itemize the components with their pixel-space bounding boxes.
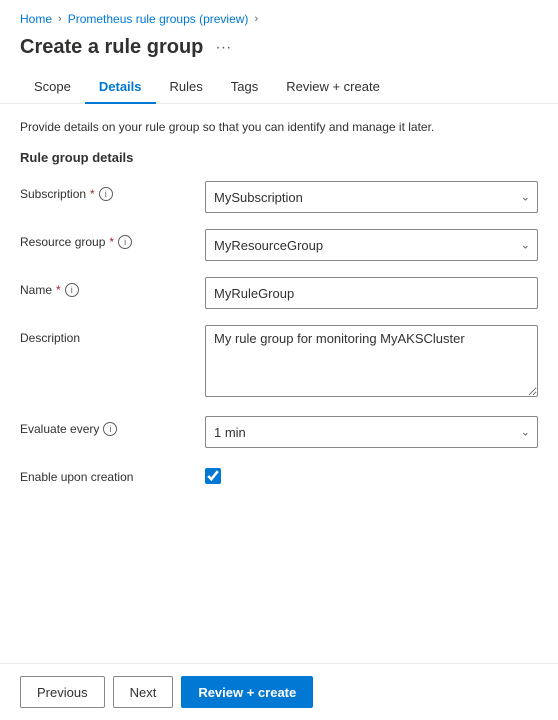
- enable-upon-creation-checkbox-wrapper: [205, 464, 538, 484]
- name-input[interactable]: [205, 277, 538, 309]
- evaluate-every-row: Evaluate every i 1 min5 min10 min15 min …: [20, 416, 538, 448]
- evaluate-every-label: Evaluate every i: [20, 416, 205, 436]
- section-title: Rule group details: [20, 150, 538, 165]
- breadcrumb-chevron-1: ›: [58, 13, 62, 25]
- subscription-row: Subscription * i MySubscription ⌄: [20, 181, 538, 213]
- resource-group-select[interactable]: MyResourceGroup: [205, 229, 538, 261]
- page-title: Create a rule group: [20, 36, 203, 59]
- description-textarea-wrapper: [205, 325, 538, 400]
- subscription-select[interactable]: MySubscription: [205, 181, 538, 213]
- resource-group-select-wrapper: MyResourceGroup ⌄: [205, 229, 538, 261]
- evaluate-every-select[interactable]: 1 min5 min10 min15 min: [205, 416, 538, 448]
- next-button[interactable]: Next: [113, 676, 174, 708]
- tab-scope[interactable]: Scope: [20, 71, 85, 104]
- subscription-control: MySubscription ⌄: [205, 181, 538, 213]
- footer: Previous Next Review + create: [0, 663, 558, 720]
- tab-details[interactable]: Details: [85, 71, 156, 104]
- subscription-info-icon[interactable]: i: [99, 187, 113, 201]
- description-row: Description: [20, 325, 538, 400]
- resource-group-info-icon[interactable]: i: [118, 235, 132, 249]
- name-required: *: [56, 283, 61, 297]
- resource-group-required: *: [109, 235, 114, 249]
- review-create-button[interactable]: Review + create: [181, 676, 313, 708]
- breadcrumb: Home › Prometheus rule groups (preview) …: [0, 0, 558, 32]
- info-text: Provide details on your rule group so th…: [20, 120, 538, 134]
- evaluate-every-control: 1 min5 min10 min15 min ⌄: [205, 416, 538, 448]
- evaluate-every-select-wrapper: 1 min5 min10 min15 min ⌄: [205, 416, 538, 448]
- breadcrumb-home[interactable]: Home: [20, 12, 52, 26]
- name-row: Name * i: [20, 277, 538, 309]
- enable-upon-creation-row: Enable upon creation: [20, 464, 538, 484]
- resource-group-control: MyResourceGroup ⌄: [205, 229, 538, 261]
- name-label: Name * i: [20, 277, 205, 297]
- tab-tags[interactable]: Tags: [217, 71, 272, 104]
- previous-button[interactable]: Previous: [20, 676, 105, 708]
- name-control: [205, 277, 538, 309]
- subscription-required: *: [90, 187, 95, 201]
- subscription-select-wrapper: MySubscription ⌄: [205, 181, 538, 213]
- form-content: Provide details on your rule group so th…: [0, 104, 558, 516]
- breadcrumb-chevron-2: ›: [254, 13, 258, 25]
- evaluate-every-info-icon[interactable]: i: [103, 422, 117, 436]
- description-textarea[interactable]: [205, 325, 538, 397]
- more-options-icon[interactable]: ···: [211, 37, 235, 59]
- enable-upon-creation-label: Enable upon creation: [20, 464, 205, 484]
- tab-review-create[interactable]: Review + create: [272, 71, 394, 104]
- breadcrumb-prometheus[interactable]: Prometheus rule groups (preview): [68, 12, 249, 26]
- tab-rules[interactable]: Rules: [156, 71, 217, 104]
- page-header: Create a rule group ···: [0, 32, 558, 71]
- enable-upon-creation-control: [205, 464, 538, 484]
- name-info-icon[interactable]: i: [65, 283, 79, 297]
- resource-group-label: Resource group * i: [20, 229, 205, 249]
- subscription-label: Subscription * i: [20, 181, 205, 201]
- description-control: [205, 325, 538, 400]
- enable-upon-creation-checkbox[interactable]: [205, 468, 221, 484]
- tabs-nav: Scope Details Rules Tags Review + create: [0, 71, 558, 104]
- description-label: Description: [20, 325, 205, 345]
- resource-group-row: Resource group * i MyResourceGroup ⌄: [20, 229, 538, 261]
